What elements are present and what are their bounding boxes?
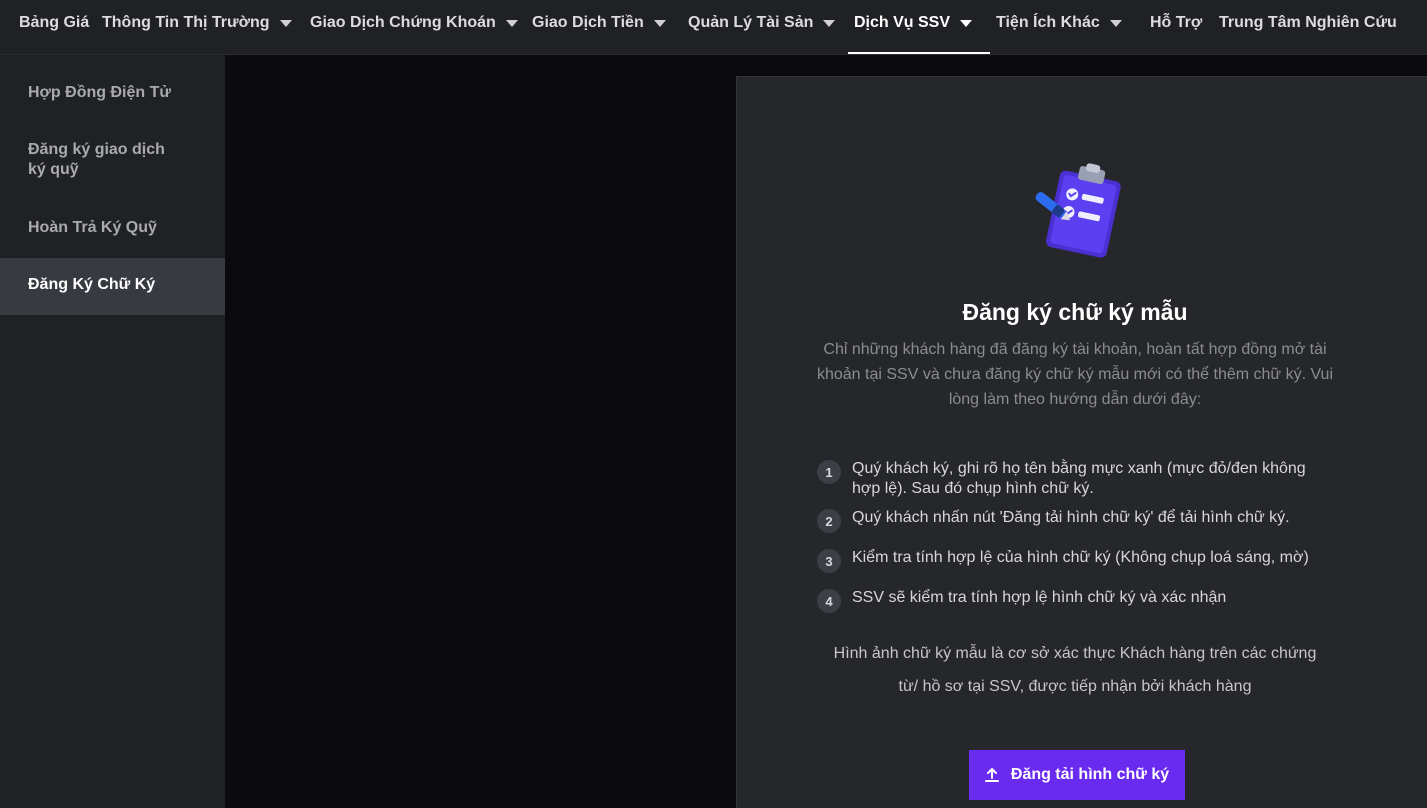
step-text: Quý khách ký, ghi rõ họ tên bằng mực xan… <box>852 460 1306 497</box>
nav-item-quan-ly-tai-san[interactable]: Quản Lý Tài Sản <box>688 0 836 55</box>
sidebar-item-hoan-tra-ky-quy[interactable]: Hoàn Trả Ký Quỹ <box>0 218 225 238</box>
nav-item-label: Dịch Vụ SSV <box>854 14 951 31</box>
sidebar-item-label: Đăng Ký Chữ Ký <box>28 276 156 293</box>
step-number-badge: 3 <box>817 549 841 573</box>
page-title: Đăng ký chữ ký mẫu <box>962 299 1188 325</box>
description: Chỉ những khách hàng đã đăng ký tài khoả… <box>816 341 1334 408</box>
instruction-step: 4 SSV sẽ kiểm tra tính hợp lệ hình chữ k… <box>817 588 1337 613</box>
instruction-step: 1 Quý khách ký, ghi rõ họ tên bằng mực x… <box>817 459 1337 499</box>
nav-item-giao-dich-chung-khoan[interactable]: Giao Dịch Chứng Khoán <box>310 0 518 55</box>
instruction-step: 3 Kiểm tra tính hợp lệ của hình chữ ký (… <box>817 548 1337 573</box>
top-navigation: Bảng Giá Thông Tin Thị Trường Giao Dịch … <box>0 0 1427 55</box>
sidebar-item-hop-dong-dien-tu[interactable]: Hợp Đồng Điện Tử <box>0 83 225 103</box>
sidebar: Hợp Đồng Điện Tử Đăng ký giao dịch ký qu… <box>0 55 225 808</box>
sidebar-item-dang-ky-giao-dich-ky-quy[interactable]: Đăng ký giao dịch ký quỹ <box>0 140 225 180</box>
caret-down-icon <box>505 20 518 27</box>
step-number-badge: 2 <box>817 509 841 533</box>
nav-item-ho-tro[interactable]: Hỗ Trợ <box>1150 0 1202 55</box>
nav-item-label: Bảng Giá <box>19 14 90 31</box>
signature-registration-panel: Đăng ký chữ ký mẫu Chỉ những khách hàng … <box>736 76 1427 808</box>
nav-item-thong-tin-thi-truong[interactable]: Thông Tin Thị Trường <box>102 0 292 55</box>
nav-item-label: Giao Dịch Chứng Khoán <box>310 14 496 31</box>
nav-item-giao-dich-tien[interactable]: Giao Dịch Tiền <box>532 0 666 55</box>
upload-signature-button[interactable]: Đăng tải hình chữ ký <box>969 750 1185 800</box>
active-tab-indicator <box>848 52 990 54</box>
clipboard-checklist-icon <box>1027 159 1131 259</box>
nav-item-label: Trung Tâm Nghiên Cứu <box>1219 14 1397 31</box>
step-text: Kiểm tra tính hợp lệ của hình chữ ký (Kh… <box>852 549 1309 566</box>
step-text: SSV sẽ kiểm tra tính hợp lệ hình chữ ký … <box>852 589 1227 606</box>
caret-down-icon <box>279 20 292 27</box>
nav-item-trung-tam-nghien-cuu[interactable]: Trung Tâm Nghiên Cứu <box>1219 0 1397 55</box>
nav-item-dich-vu-ssv[interactable]: Dịch Vụ SSV <box>854 0 973 55</box>
nav-item-label: Thông Tin Thị Trường <box>102 14 270 31</box>
nav-item-label: Tiện Ích Khác <box>996 14 1100 31</box>
upload-icon <box>984 767 999 783</box>
step-number-badge: 4 <box>817 589 841 613</box>
step-text: Quý khách nhấn nút 'Đăng tải hình chữ ký… <box>852 509 1290 526</box>
caret-down-icon <box>823 20 836 27</box>
sidebar-item-dang-ky-chu-ky[interactable]: Đăng Ký Chữ Ký <box>0 258 225 315</box>
upload-button-label: Đăng tải hình chữ ký <box>1010 766 1170 783</box>
instruction-step: 2 Quý khách nhấn nút 'Đăng tải hình chữ … <box>817 508 1337 533</box>
caret-down-icon <box>1109 20 1122 27</box>
nav-item-label: Hỗ Trợ <box>1150 14 1203 31</box>
signature-note: Hình ảnh chữ ký mẫu là cơ sở xác thực Kh… <box>833 645 1317 695</box>
nav-item-label: Giao Dịch Tiền <box>532 14 644 31</box>
nav-item-tien-ich-khac[interactable]: Tiện Ích Khác <box>996 0 1122 55</box>
sidebar-item-label: Đăng ký giao dịch ký quỹ <box>28 141 165 178</box>
nav-item-label: Quản Lý Tài Sản <box>688 14 814 31</box>
sidebar-item-label: Hoàn Trả Ký Quỹ <box>28 219 157 236</box>
sidebar-item-label: Hợp Đồng Điện Tử <box>28 84 171 101</box>
caret-down-icon <box>653 20 666 27</box>
nav-item-bang-gia[interactable]: Bảng Giá <box>19 0 89 55</box>
caret-down-icon <box>960 20 973 27</box>
step-number-badge: 1 <box>817 460 841 484</box>
